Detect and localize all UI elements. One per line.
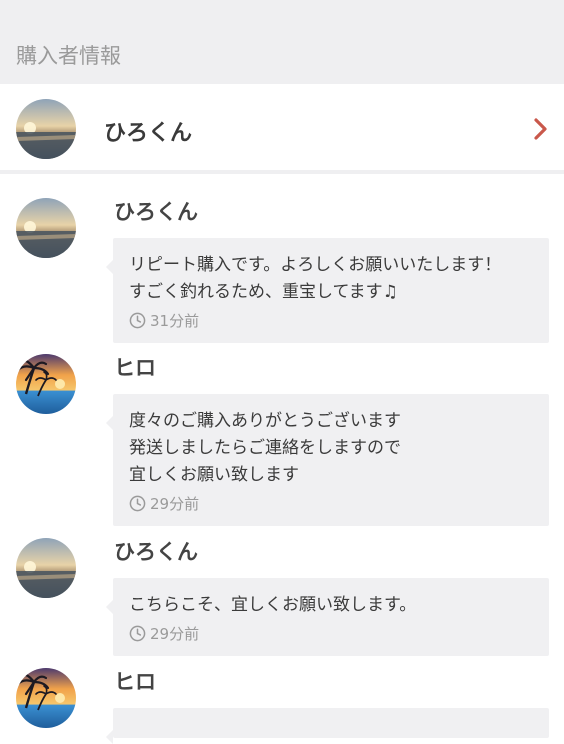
- message-timestamp: 31分前: [129, 310, 533, 331]
- message-bubble: こちらこそ、宜しくお願い致します。 29分前: [106, 578, 549, 656]
- buyer-name: ひろくん: [104, 121, 193, 146]
- clock-icon: [129, 625, 146, 642]
- timestamp-text: 29分前: [150, 495, 200, 513]
- sender-name: ひろくん: [114, 200, 198, 224]
- buyer-row[interactable]: ひろくん: [0, 84, 564, 174]
- message-timestamp: 29分前: [129, 623, 533, 644]
- clock-icon: [129, 312, 146, 329]
- timestamp-text: 29分前: [150, 625, 200, 643]
- purchaser-info-header: 購入者情報: [0, 0, 564, 84]
- clock-icon: [129, 495, 146, 512]
- sender-name: ヒロ: [114, 356, 156, 380]
- message-timestamp: 29分前: [129, 493, 533, 514]
- sender-name: ヒロ: [114, 670, 156, 694]
- message-bubble: 度々のご購入ありがとうございます 発送しましたらご連絡をしますので 宜しくお願い…: [106, 394, 549, 526]
- sender-name: ひろくん: [114, 540, 198, 564]
- palm-sunset-avatar-icon[interactable]: [16, 354, 76, 414]
- section-title: 購入者情報: [16, 44, 121, 68]
- timestamp-text: 31分前: [150, 312, 200, 330]
- chevron-right-icon: [534, 118, 547, 140]
- sunset-sea-avatar-icon[interactable]: [16, 538, 76, 598]
- sunset-sea-avatar-icon: [16, 99, 76, 159]
- message-text: 度々のご購入ありがとうございます 発送しましたらご連絡をしますので 宜しくお願い…: [129, 411, 401, 485]
- palm-sunset-avatar-icon[interactable]: [16, 668, 76, 728]
- sunset-sea-avatar-icon[interactable]: [16, 198, 76, 258]
- message-text: こちらこそ、宜しくお願い致します。: [129, 595, 417, 615]
- message-bubble: リピート購入です。よろしくお願いいたします！ すごく釣れるため、重宝してます♫ …: [106, 238, 549, 343]
- message-text: リピート購入です。よろしくお願いいたします！ すごく釣れるため、重宝してます♫: [129, 255, 502, 302]
- message-bubble: [106, 708, 549, 744]
